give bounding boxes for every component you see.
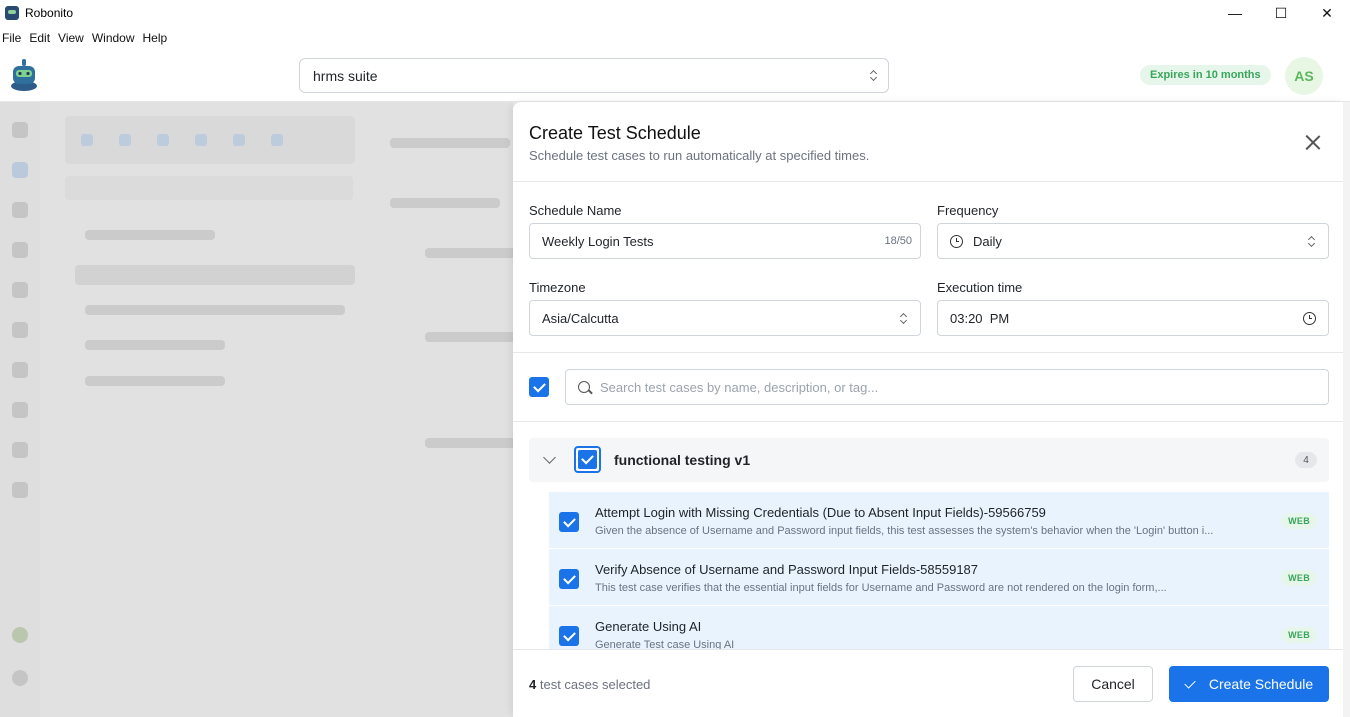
cancel-button[interactable]: Cancel: [1073, 666, 1153, 702]
chevron-updown-icon: [1308, 235, 1316, 249]
group-count-badge: 4: [1295, 452, 1317, 468]
window-controls: — ☐ ✕: [1212, 0, 1350, 26]
web-badge: WEB: [1281, 570, 1317, 586]
test-group-header[interactable]: functional testing v1 4: [529, 438, 1329, 482]
create-schedule-label: Create Schedule: [1208, 676, 1314, 692]
drawer-title: Create Test Schedule: [529, 123, 701, 143]
menu-bar: File Edit View Window Help: [0, 26, 172, 50]
window-titlebar: Robonito — ☐ ✕: [0, 0, 1350, 26]
suite-select-value: hrms suite: [313, 67, 378, 84]
clock-icon: [950, 234, 963, 248]
test-case-row[interactable]: Verify Absence of Username and Password …: [549, 549, 1329, 605]
menu-help[interactable]: Help: [140, 31, 171, 45]
timezone-label: Timezone: [529, 280, 586, 295]
test-case-checkbox[interactable]: [559, 569, 579, 589]
drawer-subtitle: Schedule test cases to run automatically…: [529, 148, 870, 163]
group-name: functional testing v1: [614, 452, 751, 468]
schedule-name-label: Schedule Name: [529, 203, 622, 218]
frequency-select[interactable]: Daily: [937, 223, 1329, 259]
selected-label: test cases selected: [536, 677, 651, 692]
chevron-updown-icon: [870, 69, 878, 83]
schedule-name-value: Weekly Login Tests: [542, 233, 654, 249]
check-icon: [1184, 676, 1196, 689]
group-checkbox[interactable]: [574, 446, 601, 473]
window-title: Robonito: [25, 6, 74, 20]
scrollbar[interactable]: [1343, 102, 1350, 717]
modal-overlay[interactable]: [0, 102, 513, 717]
user-avatar[interactable]: AS: [1285, 57, 1323, 95]
search-placeholder: Search test cases by name, description, …: [600, 379, 879, 395]
app-icon: [5, 6, 19, 20]
test-case-list: functional testing v1 4 Attempt Login wi…: [513, 422, 1343, 649]
frequency-value: Daily: [973, 233, 1002, 249]
expiry-badge: Expires in 10 months: [1140, 65, 1271, 85]
clock-icon[interactable]: [1303, 312, 1316, 325]
close-icon[interactable]: [1303, 132, 1323, 152]
menu-view[interactable]: View: [55, 31, 87, 45]
test-case-checkbox[interactable]: [559, 512, 579, 532]
web-badge: WEB: [1281, 627, 1317, 643]
test-case-checkbox[interactable]: [559, 626, 579, 646]
drawer-footer: 4 test cases selected Cancel Create Sche…: [513, 649, 1343, 717]
timezone-value: Asia/Calcutta: [542, 310, 619, 326]
suite-select[interactable]: hrms suite: [299, 58, 889, 93]
app-header: hrms suite Expires in 10 months AS: [0, 50, 1350, 102]
execution-time-input[interactable]: 03:20 PM: [937, 300, 1329, 336]
selected-count-text: 4 test cases selected: [529, 677, 650, 692]
chevron-down-icon[interactable]: [543, 451, 556, 464]
search-icon: [578, 381, 590, 393]
test-case-title: Generate Using AI: [595, 619, 702, 634]
select-all-checkbox[interactable]: [529, 377, 549, 397]
test-case-search-input[interactable]: Search test cases by name, description, …: [565, 369, 1329, 405]
menu-file[interactable]: File: [0, 31, 24, 45]
menu-window[interactable]: Window: [89, 31, 138, 45]
test-case-row[interactable]: Generate Using AI Generate Test case Usi…: [549, 606, 1329, 649]
test-case-description: Generate Test case Using AI: [595, 639, 735, 649]
drawer-header: Create Test Schedule Schedule test cases…: [513, 102, 1343, 182]
timezone-select[interactable]: Asia/Calcutta: [529, 300, 921, 336]
create-schedule-drawer: Create Test Schedule Schedule test cases…: [513, 102, 1343, 717]
create-schedule-button[interactable]: Create Schedule: [1169, 666, 1329, 702]
chevron-updown-icon: [900, 312, 908, 326]
minimize-icon[interactable]: —: [1212, 0, 1258, 26]
maximize-icon[interactable]: ☐: [1258, 0, 1304, 26]
character-count: 18/50: [884, 235, 912, 247]
test-case-row[interactable]: Attempt Login with Missing Credentials (…: [549, 492, 1329, 548]
test-case-title: Verify Absence of Username and Password …: [595, 562, 979, 577]
schedule-name-input[interactable]: Weekly Login Tests 18/50: [529, 223, 921, 259]
frequency-label: Frequency: [937, 203, 999, 218]
execution-time-value: 03:20 PM: [950, 310, 1010, 326]
test-case-description: This test case verifies that the essenti…: [595, 582, 1167, 594]
test-case-description: Given the absence of Username and Passwo…: [595, 525, 1214, 537]
robonito-logo[interactable]: [8, 56, 40, 92]
web-badge: WEB: [1281, 513, 1317, 529]
test-case-title: Attempt Login with Missing Credentials (…: [595, 505, 1046, 520]
close-window-icon[interactable]: ✕: [1304, 0, 1350, 26]
divider: [513, 352, 1343, 353]
execution-time-label: Execution time: [937, 280, 1023, 295]
menu-edit[interactable]: Edit: [26, 31, 53, 45]
